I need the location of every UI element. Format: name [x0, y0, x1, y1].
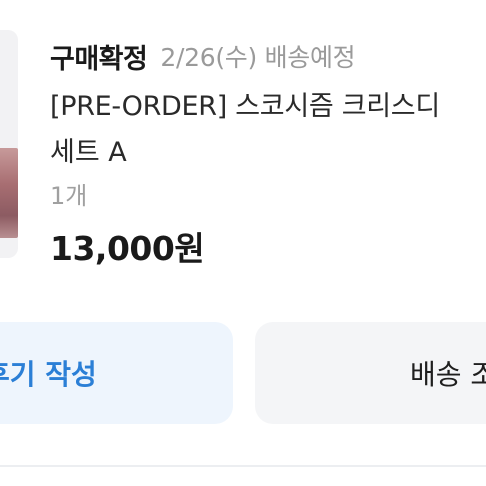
product-price: 13,000원 — [50, 229, 205, 268]
order-status: 구매확정 — [50, 43, 148, 75]
product-title-line2[interactable]: 세트 A — [50, 130, 127, 169]
product-title-line1[interactable]: [PRE-ORDER] 스코시즘 크리스디 — [50, 84, 440, 123]
product-quantity: 1개 — [50, 182, 88, 210]
write-review-label: 후기 작성 — [0, 358, 97, 391]
delivery-date: 2/26(수) 배송예정 — [160, 43, 356, 72]
write-review-button[interactable]: 후기 작성 — [0, 322, 233, 424]
track-shipping-label: 배송 조회 — [410, 358, 486, 391]
divider — [0, 465, 486, 467]
order-status-row: 구매확정 2/26(수) 배송예정 — [50, 36, 356, 76]
track-shipping-button[interactable]: 배송 조회 — [255, 322, 486, 424]
product-thumbnail[interactable] — [0, 30, 18, 258]
product-image — [0, 148, 18, 238]
order-page: 구매확정 2/26(수) 배송예정 [PRE-ORDER] 스코시즘 크리스디 … — [0, 0, 486, 486]
